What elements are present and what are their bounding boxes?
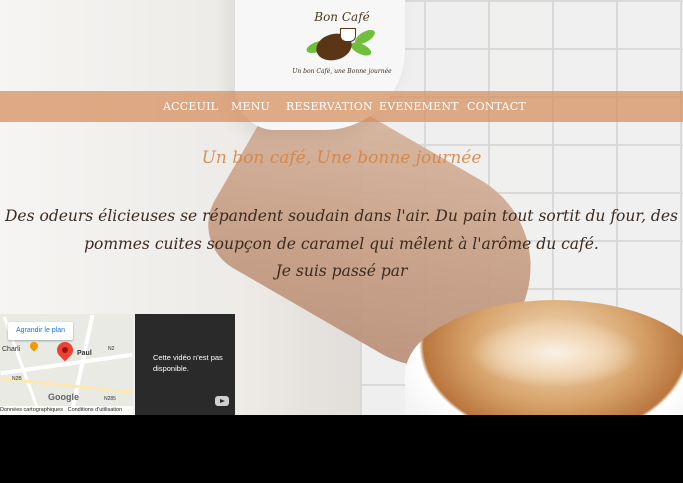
nav-contact[interactable]: CONTACT	[467, 91, 526, 122]
enlarge-map-button[interactable]: Agrandir le plan	[8, 322, 74, 340]
site-logo[interactable]: Bon Café Un bon Café, une Bonne journée	[292, 10, 392, 82]
cup-icon	[340, 28, 356, 42]
latte-art-image	[470, 318, 640, 388]
main-navigation: ACCEUIL MENU RESERVATION EVENEMENT CONTA…	[0, 91, 683, 122]
map-road-label: N2	[108, 346, 115, 352]
nav-menu[interactable]: MENU	[231, 91, 270, 122]
hero-tagline: Un bon café, Une bonne journée	[201, 148, 482, 168]
hero-section: Bon Café Un bon Café, une Bonne journée …	[0, 0, 683, 415]
location-pin-icon[interactable]	[53, 338, 77, 362]
map-data-link[interactable]: Données cartographiques	[0, 407, 63, 413]
hero-paragraph: Des odeurs élicieuses se répandent souda…	[5, 207, 678, 253]
place-marker-icon[interactable]	[28, 340, 40, 352]
google-logo: Google	[48, 392, 79, 402]
map-footer: Données cartographiques Conditions d'uti…	[0, 406, 133, 415]
map-road-label: N2B	[12, 376, 22, 382]
nav-reservation[interactable]: RESERVATION	[286, 91, 373, 122]
footer-band	[0, 415, 683, 483]
nav-evenement[interactable]: EVENEMENT	[379, 91, 459, 122]
nav-accueil[interactable]: ACCEUIL	[163, 91, 218, 122]
video-embed[interactable]: Cette vidéo n'est pas disponible.	[135, 314, 235, 415]
coffee-bean-logo-icon	[304, 26, 378, 66]
map-label-nearby: Charli	[2, 346, 21, 353]
map-terms-link[interactable]: Conditions d'utilisation	[68, 407, 123, 413]
map-label-place: Paul	[77, 350, 92, 357]
map-road-label: N285	[104, 396, 116, 402]
video-unavailable-message: Cette vidéo n'est pas disponible.	[153, 353, 223, 373]
youtube-logo-icon[interactable]	[215, 396, 229, 406]
logo-title: Bon Café	[314, 10, 370, 24]
hero-paragraph-continuation: Je suis passé par	[275, 262, 408, 280]
logo-subtitle: Un bon Café, une Bonne journée	[292, 68, 392, 75]
google-map-embed[interactable]: Agrandir le plan Charli Paul N2 N285 N2B…	[0, 314, 133, 415]
